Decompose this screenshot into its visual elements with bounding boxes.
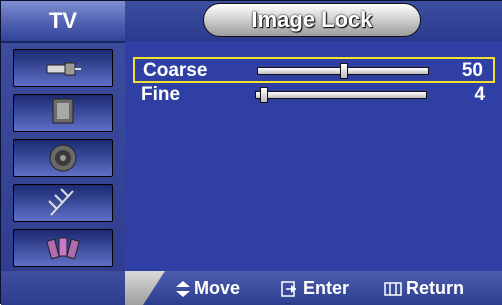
picture-panel-icon	[52, 98, 74, 124]
return-icon	[384, 282, 402, 296]
sidebar-item-sound[interactable]	[13, 139, 113, 177]
setting-label: Coarse	[143, 60, 208, 81]
return-label: Return	[406, 278, 464, 298]
fine-slider[interactable]	[255, 87, 427, 103]
sidebar-item-channel[interactable]	[13, 184, 113, 222]
input-plug-icon	[46, 62, 81, 76]
footer-enter-hint: Enter	[281, 271, 349, 305]
tv-osd-frame: TV Image Lock Coarse 50 Fine 4 Move Ente…	[0, 0, 502, 305]
setting-row-fine[interactable]: Fine 4	[133, 83, 495, 109]
sidebar: TV	[1, 1, 125, 305]
fine-slider-thumb[interactable]	[260, 87, 268, 103]
footer-move-hint: Move	[176, 271, 240, 305]
coarse-slider[interactable]	[257, 63, 429, 79]
setup-plugs-icon	[46, 237, 80, 260]
enter-label: Enter	[303, 278, 350, 298]
channel-antenna-icon	[48, 188, 74, 216]
footer-return-hint: Return	[384, 271, 464, 305]
settings-panel: Coarse 50 Fine 4	[125, 41, 502, 271]
setting-row-coarse[interactable]: Coarse 50	[133, 57, 495, 83]
sound-speaker-icon	[49, 144, 77, 172]
tv-label: TV	[1, 1, 125, 43]
setting-value: 50	[461, 60, 483, 81]
coarse-slider-thumb[interactable]	[340, 63, 348, 79]
setting-label: Fine	[141, 84, 181, 105]
setting-value: 4	[474, 84, 485, 105]
sidebar-item-picture[interactable]	[13, 94, 113, 132]
move-label: Move	[194, 278, 241, 298]
sidebar-item-input[interactable]	[13, 49, 113, 87]
move-arrows-icon	[176, 281, 190, 298]
enter-icon	[281, 281, 296, 297]
page-title: Image Lock	[251, 7, 373, 32]
footer-left-bg	[1, 271, 125, 305]
sidebar-item-setup[interactable]	[13, 229, 113, 267]
